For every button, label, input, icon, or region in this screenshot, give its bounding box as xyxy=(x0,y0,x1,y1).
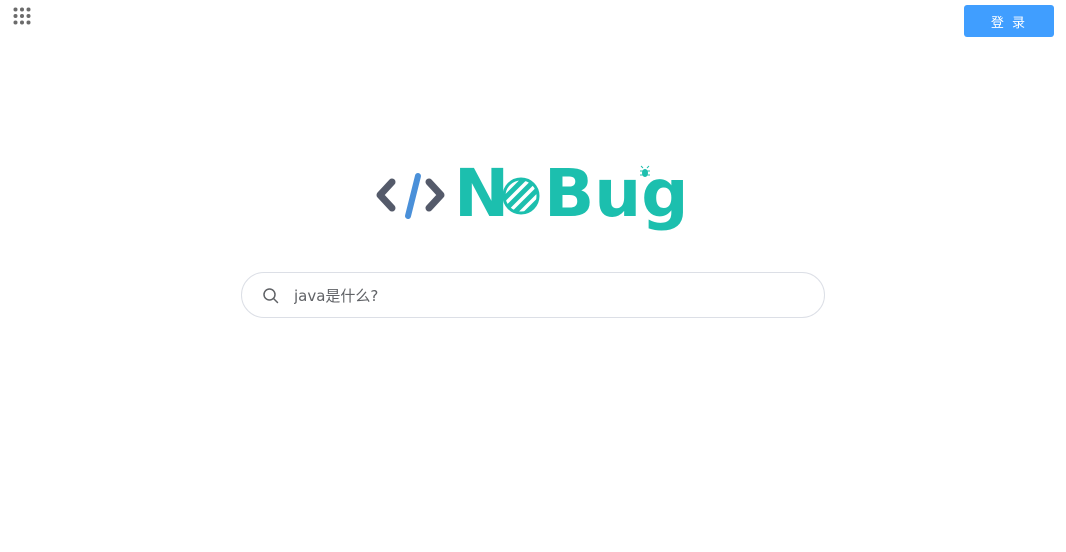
apps-grid-icon[interactable] xyxy=(13,7,31,25)
login-button[interactable]: 登 录 xyxy=(964,5,1054,37)
logo-left-bracket xyxy=(376,178,396,212)
logo-right-bracket xyxy=(425,178,445,212)
logo-slash xyxy=(405,173,421,219)
logo-text-n: N xyxy=(454,158,509,232)
logo-text-bug: Bug xyxy=(544,158,684,232)
nobug-logo: N Bug xyxy=(376,158,684,232)
search-box[interactable] xyxy=(241,272,825,318)
search-input[interactable] xyxy=(294,282,794,308)
page: 登 录 N Bug xyxy=(0,0,1066,552)
search-icon[interactable] xyxy=(262,287,280,305)
